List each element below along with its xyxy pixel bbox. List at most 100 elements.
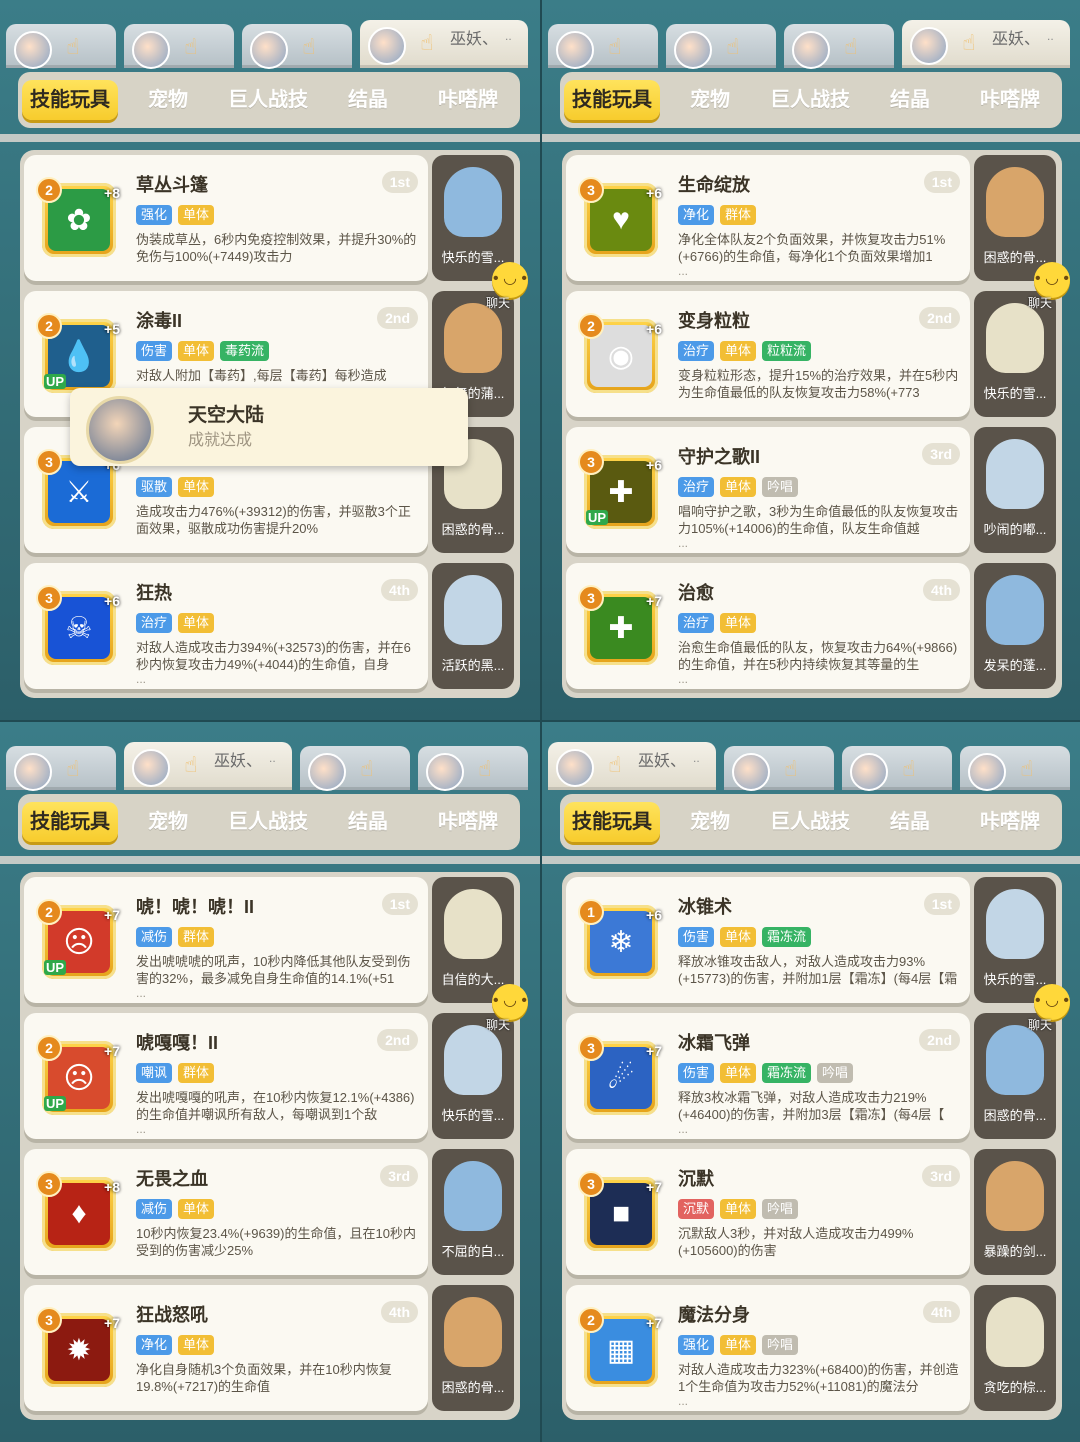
skill-plus: +6 — [646, 457, 662, 473]
tab-2[interactable]: 巨人战技 — [760, 802, 860, 842]
tab-0[interactable]: 技能玩具 — [22, 80, 118, 120]
pet-portrait[interactable]: 快乐的雪... — [432, 155, 514, 281]
skill-tag: 单体 — [178, 613, 215, 633]
skill-icon: ♥ 3 +6 — [578, 177, 662, 257]
skill-plus: +7 — [104, 907, 120, 923]
character-slot[interactable]: ☝ — [242, 24, 352, 69]
smiley-face-icon: • ◡ • — [1034, 270, 1070, 287]
character-slot[interactable]: ☝ — [548, 24, 658, 69]
tab-1[interactable]: 宠物 — [680, 802, 740, 842]
chat-button[interactable]: • ◡ • — [492, 984, 528, 1020]
skill-tag: 单体 — [720, 1063, 757, 1083]
skill-tag: 群体 — [178, 927, 215, 947]
tab-2[interactable]: 巨人战技 — [760, 80, 860, 120]
skill-card[interactable]: ✚ 3 +7 治愈 4th 治疗 单体 治愈生命值最低的队友，恢复攻击力64%(+… — [566, 563, 970, 689]
skill-card[interactable]: ☠ 3 +6 狂热 4th 治疗 单体 对敌人造成攻击力394%(+32573)的… — [24, 563, 428, 689]
skill-tag: 吟唱 — [762, 477, 799, 497]
pet-portrait[interactable]: 吵闹的嘟... — [974, 427, 1056, 553]
tab-4[interactable]: 咔嗒牌 — [970, 802, 1050, 842]
skill-tag: 减伤 — [136, 927, 173, 947]
character-slot[interactable]: ☝ — [960, 746, 1070, 791]
pet-portrait[interactable]: 贪吃的棕... — [974, 1285, 1056, 1411]
character-slot[interactable]: ☝ — [124, 24, 234, 69]
pet-portrait[interactable]: 困惑的骨... — [974, 155, 1056, 281]
tab-2[interactable]: 巨人战技 — [218, 80, 318, 120]
pet-name: 吵闹的嘟... — [983, 522, 1047, 537]
slot-dots: .. — [269, 751, 276, 765]
chat-button[interactable]: • ◡ • — [1034, 984, 1070, 1020]
skill-tag: 单体 — [720, 1199, 757, 1219]
pet-portrait[interactable]: 发呆的蓬... — [974, 563, 1056, 689]
skill-plus: +7 — [646, 1179, 662, 1195]
tab-4[interactable]: 咔嗒牌 — [970, 80, 1050, 120]
skill-tag: 单体 — [178, 1199, 215, 1219]
pet-name: 暴躁的剑... — [983, 1244, 1047, 1259]
tab-0[interactable]: 技能玩具 — [564, 802, 660, 842]
skill-card[interactable]: ✿ 2 +8 草丛斗篷 1st 强化 单体 伪装成草丛，6秒内免疫控制效果，并提升… — [24, 155, 428, 281]
skill-card[interactable]: ▦ 2 +7 魔法分身 4th 强化 单体 吟唱 对敌人造成攻击力323%(+684… — [566, 1285, 970, 1411]
character-slot[interactable]: ☝ — [842, 746, 952, 791]
character-slot[interactable]: ☝ — [666, 24, 776, 69]
skill-level: 1 — [578, 899, 604, 925]
skill-level: 3 — [578, 449, 604, 475]
character-slot[interactable]: ☝ — [784, 24, 894, 69]
pet-name: 困惑的骨... — [983, 250, 1047, 265]
pet-portrait[interactable]: 活跃的黑... — [432, 563, 514, 689]
pet-portrait[interactable]: 快乐的雪... — [974, 877, 1056, 1003]
skill-tag: 单体 — [720, 341, 757, 361]
pet-name: 快乐的雪... — [441, 1108, 505, 1123]
character-slot[interactable]: ☝ 巫妖、 .. — [548, 742, 716, 790]
more-ellipsis: ... — [678, 1394, 689, 1408]
character-slot[interactable]: ☝ — [418, 746, 528, 791]
skill-icon: ⚔ 3 +6 — [36, 449, 120, 529]
more-ellipsis: ... — [678, 672, 689, 686]
skill-card[interactable]: ✚ 3 +6 UP 守护之歌II 3rd 治疗 单体 吟唱 唱响守护之歌，3秒为生命… — [566, 427, 970, 553]
pet-portrait[interactable]: 暴躁的剑... — [974, 1149, 1056, 1275]
character-slot[interactable]: ☝ — [6, 746, 116, 791]
skill-card[interactable]: ◉ 2 +6 变身粒粒 2nd 治疗 单体 粒粒流 变身粒粒形态，提升15%的治疗效… — [566, 291, 970, 417]
tab-4[interactable]: 咔嗒牌 — [428, 802, 508, 842]
tab-3[interactable]: 结晶 — [880, 802, 940, 842]
character-slot[interactable]: ☝ — [724, 746, 834, 791]
character-slot[interactable]: ☝ 巫妖、 .. — [360, 20, 528, 68]
tab-0[interactable]: 技能玩具 — [564, 80, 660, 120]
skill-tag: 单体 — [178, 1335, 215, 1355]
skill-card[interactable]: ■ 3 +7 沉默 3rd 沉默 单体 吟唱 沉默敌人3秒，并对敌人造成攻击力499… — [566, 1149, 970, 1275]
tab-3[interactable]: 结晶 — [338, 80, 398, 120]
chat-button[interactable]: • ◡ • — [492, 262, 528, 298]
skill-level: 3 — [578, 1171, 604, 1197]
skill-icon: ☹ 2 +7 UP — [36, 899, 120, 979]
skill-card[interactable]: ☄ 3 +7 冰霜飞弹 2nd 伤害 单体 霜冻流 吟唱 释放3枚冰霜飞弹，对敌人造成… — [566, 1013, 970, 1139]
chat-button[interactable]: • ◡ • — [1034, 262, 1070, 298]
upgrade-badge: UP — [44, 1096, 67, 1111]
character-slot[interactable]: ☝ 巫妖、 .. — [124, 742, 292, 790]
tab-1[interactable]: 宠物 — [680, 80, 740, 120]
skill-tags: 伤害 单体 霜冻流 — [678, 927, 812, 947]
pet-figure-icon — [444, 1025, 502, 1095]
character-slot[interactable]: ☝ 巫妖、 .. — [902, 20, 1070, 68]
tab-3[interactable]: 结晶 — [338, 802, 398, 842]
chat-label: 聊天 — [1028, 296, 1053, 310]
tab-0[interactable]: 技能玩具 — [22, 802, 118, 842]
skill-card[interactable]: ♦ 3 +8 无畏之血 3rd 减伤 单体 10秒内恢复23.4%(+9639)的… — [24, 1149, 428, 1275]
character-slot[interactable]: ☝ — [6, 24, 116, 69]
skill-card[interactable]: ✹ 3 +7 狂战怒吼 4th 净化 单体 净化自身随机3个负面效果，并在10秒内… — [24, 1285, 428, 1411]
skill-card[interactable]: ❄ 1 +6 冰锥术 1st 伤害 单体 霜冻流 释放冰锥攻击敌人，对敌人造成攻击力… — [566, 877, 970, 1003]
pet-portrait[interactable]: 不屈的白... — [432, 1149, 514, 1275]
skill-tag: 霜冻流 — [762, 1063, 812, 1083]
tab-2[interactable]: 巨人战技 — [218, 802, 318, 842]
skill-card[interactable]: ☹ 2 +7 UP 唬！唬！唬！II 1st 减伤 群体 发出唬唬唬的吼声，10秒… — [24, 877, 428, 1003]
pet-portrait[interactable]: 困惑的骨... — [432, 1285, 514, 1411]
skill-level: 2 — [36, 1035, 62, 1061]
divider — [542, 856, 1080, 864]
skill-card[interactable]: ☹ 2 +7 UP 唬嘎嘎！II 2nd 嘲讽 群体 发出唬嘎嘎的吼声，在10秒内… — [24, 1013, 428, 1139]
tab-1[interactable]: 宠物 — [138, 802, 198, 842]
divider — [542, 134, 1080, 142]
tab-3[interactable]: 结晶 — [880, 80, 940, 120]
character-slot[interactable]: ☝ — [300, 746, 410, 791]
tab-1[interactable]: 宠物 — [138, 80, 198, 120]
tab-4[interactable]: 咔嗒牌 — [428, 80, 508, 120]
skill-card[interactable]: ♥ 3 +6 生命绽放 1st 净化 群体 净化全体队友2个负面效果，并恢复攻击力… — [566, 155, 970, 281]
pet-portrait[interactable]: 自信的大... — [432, 877, 514, 1003]
category-tabs: 技能玩具 宠物 巨人战技 结晶 咔嗒牌 — [560, 794, 1062, 850]
